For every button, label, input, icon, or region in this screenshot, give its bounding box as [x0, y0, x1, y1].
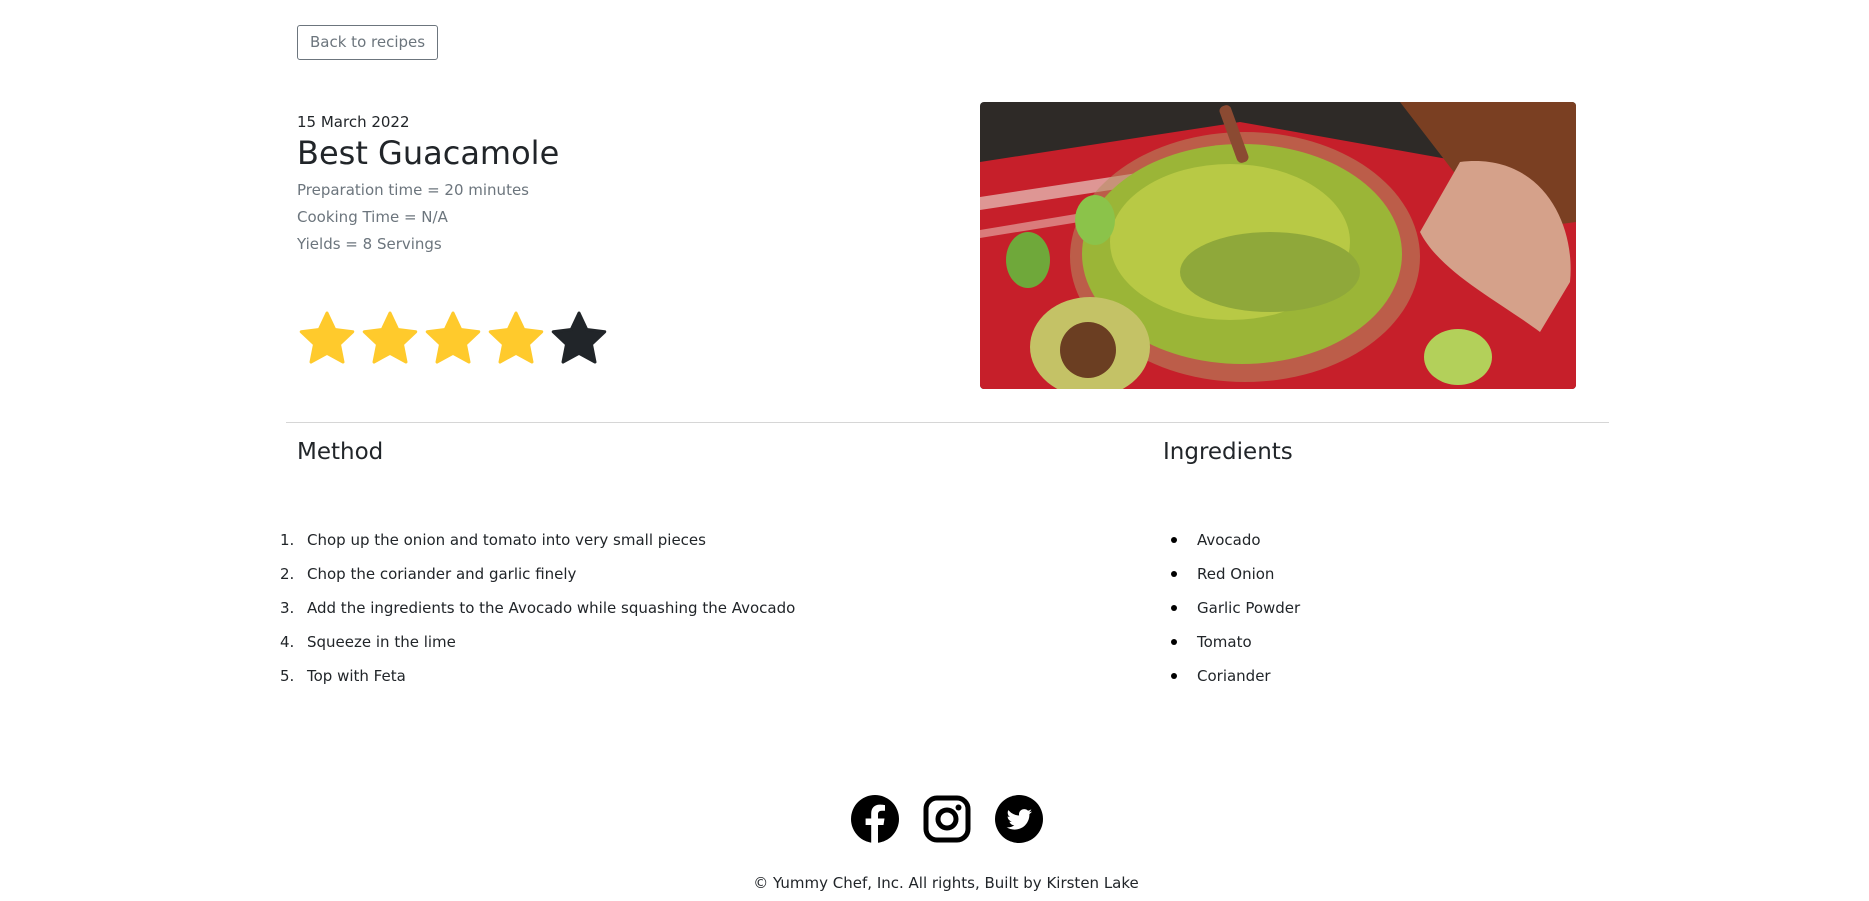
- method-step: 2. Chop the coriander and garlic finely: [270, 557, 795, 591]
- star-rating[interactable]: [297, 309, 609, 369]
- ingredients-list: Avocado Red Onion Garlic Powder Tomato C…: [1163, 523, 1300, 693]
- step-text: Top with Feta: [307, 667, 406, 685]
- ingredient-text: Garlic Powder: [1197, 599, 1301, 617]
- method-step: 5. Top with Feta: [270, 659, 795, 693]
- method-step: 1. Chop up the onion and tomato into very…: [270, 523, 795, 557]
- social-links: [851, 795, 1043, 843]
- method-step: 3. Add the ingredients to the Avocado whi…: [270, 591, 795, 625]
- step-text: Add the ingredients to the Avocado while…: [307, 599, 796, 617]
- method-heading: Method: [297, 439, 384, 465]
- ingredient-item: Avocado: [1163, 523, 1300, 557]
- bullet-icon: [1171, 571, 1177, 577]
- method-list: 1. Chop up the onion and tomato into very…: [270, 523, 795, 693]
- back-to-recipes-button[interactable]: Back to recipes: [297, 25, 439, 60]
- recipe-date: 15 March 2022: [297, 113, 410, 131]
- method-step: 4. Squeeze in the lime: [270, 625, 795, 659]
- facebook-icon[interactable]: [851, 795, 899, 843]
- ingredient-item: Coriander: [1163, 659, 1300, 693]
- yields: Yields = 8 Servings: [297, 235, 442, 253]
- star-icon[interactable]: [297, 309, 357, 369]
- bullet-icon: [1171, 605, 1177, 611]
- step-number: 5.: [280, 667, 295, 685]
- section-divider: [286, 422, 1609, 423]
- step-number: 4.: [280, 633, 295, 651]
- star-icon[interactable]: [549, 309, 609, 369]
- ingredients-heading: Ingredients: [1163, 439, 1293, 465]
- ingredient-item: Red Onion: [1163, 557, 1300, 591]
- step-text: Chop the coriander and garlic finely: [307, 565, 577, 583]
- instagram-icon[interactable]: [923, 795, 971, 843]
- bullet-icon: [1171, 673, 1177, 679]
- ingredient-text: Coriander: [1197, 667, 1271, 685]
- ingredient-text: Avocado: [1197, 531, 1261, 549]
- step-number: 1.: [280, 531, 295, 549]
- star-icon[interactable]: [360, 309, 420, 369]
- star-icon[interactable]: [486, 309, 546, 369]
- step-text: Squeeze in the lime: [307, 633, 456, 651]
- recipe-image: [980, 102, 1576, 389]
- recipe-title: Best Guacamole: [297, 134, 560, 172]
- ingredient-text: Red Onion: [1197, 565, 1275, 583]
- step-number: 2.: [280, 565, 295, 583]
- ingredient-item: Garlic Powder: [1163, 591, 1300, 625]
- star-icon[interactable]: [423, 309, 483, 369]
- step-number: 3.: [280, 599, 295, 617]
- preparation-time: Preparation time = 20 minutes: [297, 181, 529, 199]
- bullet-icon: [1171, 639, 1177, 645]
- ingredient-item: Tomato: [1163, 625, 1300, 659]
- twitter-icon[interactable]: [995, 795, 1043, 843]
- step-text: Chop up the onion and tomato into very s…: [307, 531, 706, 549]
- copyright-text: © Yummy Chef, Inc. All rights, Built by …: [753, 874, 1139, 892]
- bullet-icon: [1171, 537, 1177, 543]
- cooking-time: Cooking Time = N/A: [297, 208, 448, 226]
- ingredient-text: Tomato: [1197, 633, 1252, 651]
